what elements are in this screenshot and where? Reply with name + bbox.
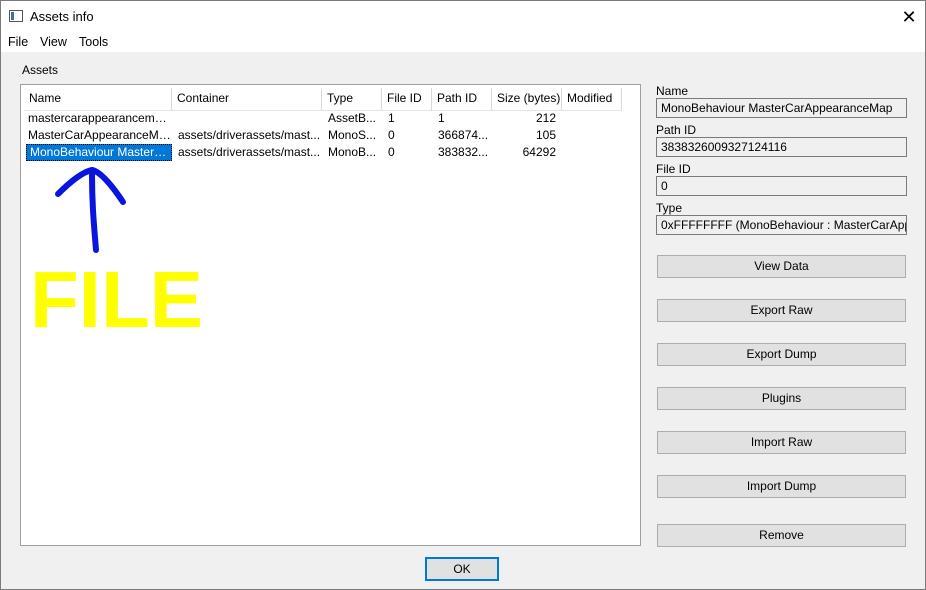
cell-path-id: 1 [438,111,445,125]
path-id-field[interactable]: 3838326009327124116 [656,137,907,157]
column-header-modified[interactable]: Modified [562,88,622,110]
file-id-field[interactable]: 0 [656,176,907,196]
assets-group-label: Assets [22,63,59,77]
cell-size: 64292 [522,145,556,159]
column-header-name[interactable]: Name [24,88,172,110]
plugins-button[interactable]: Plugins [657,387,906,410]
cell-size: 212 [535,111,556,125]
cell-modified [564,127,624,144]
remove-button[interactable]: Remove [657,524,906,547]
name-label: Name [656,84,689,98]
export-raw-button[interactable]: Export Raw [657,299,906,322]
cell-container: assets/driverassets/mast... [178,128,321,142]
path-id-label: Path ID [656,123,697,137]
column-header-type[interactable]: Type [322,88,382,110]
cell-type: MonoB... [328,145,377,159]
type-field[interactable]: 0xFFFFFFFF (MonoBehaviour : MasterCarApp… [656,215,907,235]
cell-name: MasterCarAppearanceMap [28,128,172,142]
file-id-label: File ID [656,162,691,176]
import-raw-button[interactable]: Import Raw [657,431,906,454]
view-data-button[interactable]: View Data [657,255,906,278]
name-field[interactable]: MonoBehaviour MasterCarAppearanceMap [656,98,907,118]
cell-path-id: 366874... [438,128,489,142]
cell-container [174,110,324,127]
cell-file-id: 0 [388,145,395,159]
cell-path-id: 383832... [438,145,489,159]
title-bar[interactable]: Assets info ✕ [1,1,925,32]
window-app-icon [9,10,23,22]
cell-file-id: 0 [388,128,395,142]
assets-info-window: Assets info ✕ File View Tools Assets Nam… [0,0,926,590]
menu-view[interactable]: View [40,35,67,49]
table-row[interactable]: mastercarappearancemap.... AssetB... 1 1… [24,110,622,127]
column-header-container[interactable]: Container [172,88,322,110]
cell-name: mastercarappearancemap.... [28,111,172,125]
column-header-size[interactable]: Size (bytes) [492,88,562,110]
menu-file[interactable]: File [8,35,28,49]
cell-modified [564,110,624,127]
import-dump-button[interactable]: Import Dump [657,475,906,498]
export-dump-button[interactable]: Export Dump [657,343,906,366]
assets-table[interactable]: Name Container Type File ID Path ID Size… [20,84,641,546]
cell-name: MonoBehaviour MasterCar... [26,144,172,161]
type-label: Type [656,201,683,215]
column-header-file-id[interactable]: File ID [382,88,432,110]
ok-button[interactable]: OK [425,557,499,581]
cell-container: assets/driverassets/mast... [178,145,321,159]
window-title: Assets info [30,9,94,24]
close-icon[interactable]: ✕ [895,5,923,29]
cell-modified [564,144,624,161]
table-row-selected[interactable]: MonoBehaviour MasterCar... assets/driver… [24,144,622,161]
cell-type: MonoS... [328,128,377,142]
cell-file-id: 1 [388,111,395,125]
cell-size: 105 [535,128,556,142]
menu-tools[interactable]: Tools [79,35,108,49]
menu-bar: File View Tools [1,32,925,52]
column-header-path-id[interactable]: Path ID [432,88,492,110]
cell-type: AssetB... [328,111,377,125]
table-row[interactable]: MasterCarAppearanceMap assets/driverasse… [24,127,622,144]
